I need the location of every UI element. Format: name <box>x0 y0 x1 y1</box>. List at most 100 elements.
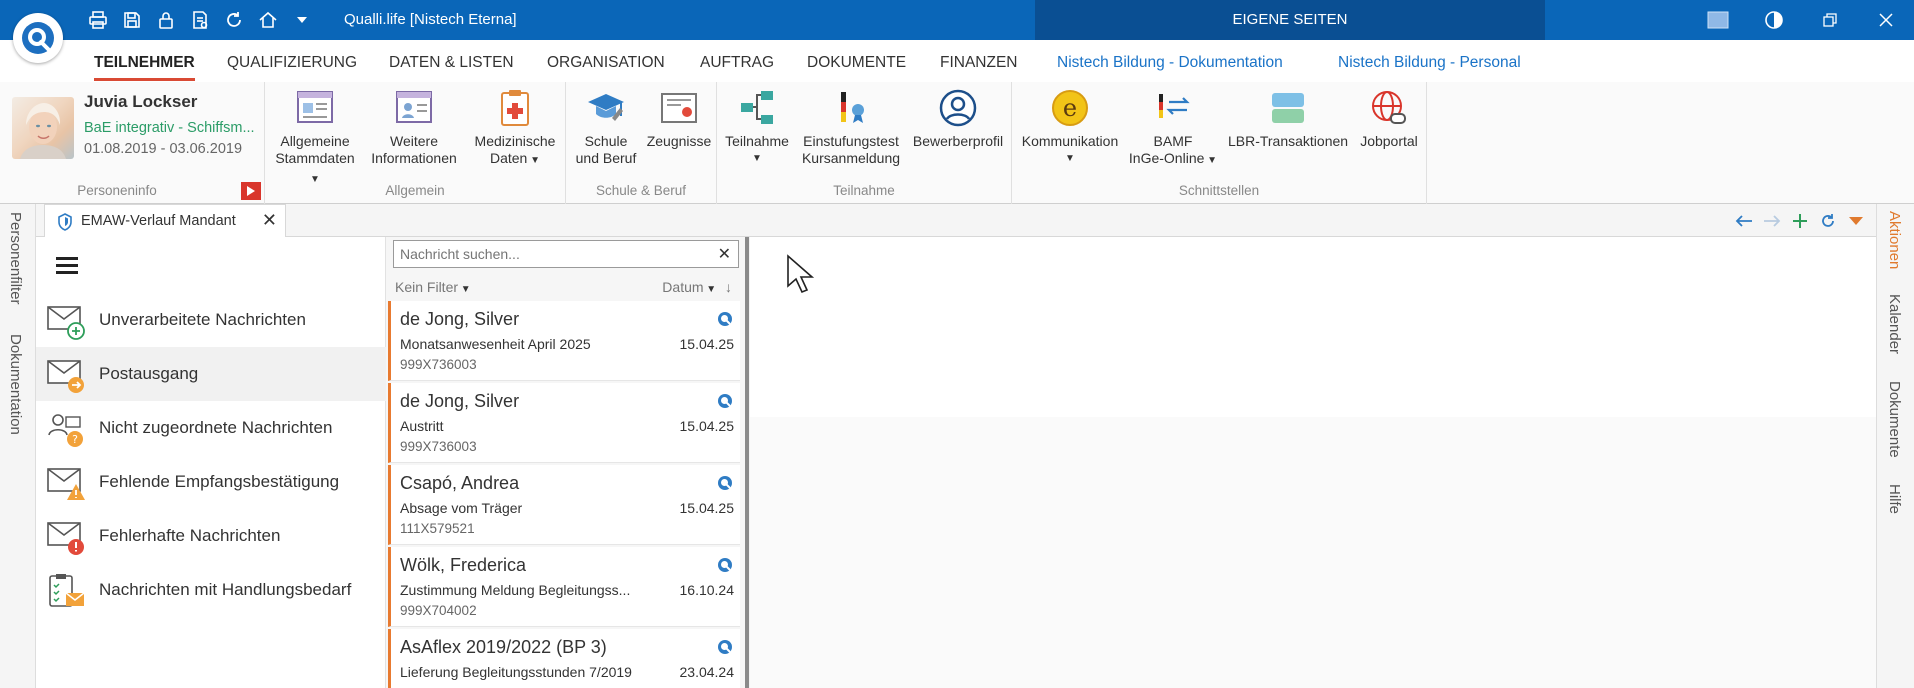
eigene-seiten-button[interactable]: EIGENE SEITEN <box>1035 0 1545 40</box>
menu-dropdown-icon[interactable] <box>1844 209 1868 233</box>
message-subject: Monatsanwesenheit April 2025 <box>400 336 591 352</box>
tab-teilnehmer[interactable]: TEILNEHMER <box>94 54 195 81</box>
refresh-icon[interactable] <box>222 8 246 32</box>
group-label-personeninfo: Personeninfo <box>77 183 157 198</box>
sort-direction-icon[interactable]: ↓ <box>725 279 732 295</box>
jobportal-button[interactable]: Jobportal <box>1354 86 1424 150</box>
folder-unverarbeitete[interactable]: Unverarbeitete Nachrichten <box>36 293 386 347</box>
group-label-teilnahme: Teilnahme <box>833 183 895 198</box>
printer-icon[interactable] <box>86 8 110 32</box>
group-personeninfo: Juvia Lockser BaE integrativ - Schiffsm.… <box>0 82 265 204</box>
document-settings-icon[interactable] <box>188 8 212 32</box>
weitere-informationen-button[interactable]: Weitere Informationen <box>368 86 460 167</box>
globe-link-icon <box>1367 86 1411 130</box>
folder-handlungsbedarf[interactable]: Nachrichten mit Handlungsbedarf <box>36 563 386 617</box>
tab-nistech-personal[interactable]: Nistech Bildung - Personal <box>1338 54 1521 72</box>
group-schnittstellen: e Kommunikation ▼ BAMF InGe-Online ▼ LBR… <box>1012 82 1427 204</box>
mouse-cursor-icon <box>786 254 816 299</box>
group-label-schule: Schule & Beruf <box>595 183 687 198</box>
filter-dropdown[interactable]: Kein Filter ▼ <box>395 279 471 295</box>
arrow-left-icon[interactable] <box>1732 209 1756 233</box>
zeugnisse-button[interactable]: Zeugnisse <box>644 86 714 150</box>
clear-search-icon[interactable]: ✕ <box>718 244 731 264</box>
layout-icon[interactable] <box>1690 0 1746 40</box>
bamf-inge-online-button[interactable]: BAMF InGe-Online ▼ <box>1128 86 1218 169</box>
message-subject: Absage vom Träger <box>400 500 523 516</box>
sidebar-item-aktionen[interactable]: Aktionen <box>1886 211 1903 269</box>
search-input[interactable] <box>394 241 694 267</box>
contrast-icon[interactable] <box>1746 0 1802 40</box>
restore-icon[interactable] <box>1802 0 1858 40</box>
scrollbar[interactable] <box>745 237 749 688</box>
tab-qualifizierung[interactable]: QUALIFIZIERUNG <box>227 54 357 72</box>
message-id: 999X704002 <box>400 603 477 618</box>
medizinische-daten-button[interactable]: Medizinische Daten ▼ <box>467 86 563 169</box>
tab-dokumente[interactable]: DOKUMENTE <box>807 54 906 72</box>
bewerberprofil-label: Bewerberprofil <box>912 133 1004 149</box>
app-logo[interactable] <box>13 13 63 63</box>
tab-nistech-dokumentation[interactable]: Nistech Bildung - Dokumentation <box>1057 54 1283 72</box>
user-profile-icon <box>936 86 980 130</box>
hamburger-menu-icon[interactable] <box>56 257 78 274</box>
teilnahme-label: Teilnahme <box>725 133 789 149</box>
stammdaten-label-1: Allgemeine <box>280 133 350 149</box>
expand-icon[interactable] <box>241 182 261 200</box>
folder-label: Fehlende Empfangsbestätigung <box>99 472 340 491</box>
folder-nicht-zugeordnet[interactable]: ? Nicht zugeordnete Nachrichten <box>36 401 386 455</box>
sort-dropdown[interactable]: Datum ▼ ↓ <box>662 279 732 295</box>
list-item[interactable]: AsAflex 2019/2022 (BP 3) Lieferung Begle… <box>388 629 740 688</box>
tab-auftrag[interactable]: AUFTRAG <box>700 54 774 72</box>
add-icon[interactable] <box>1788 209 1812 233</box>
kommunikation-e-icon: e <box>1048 86 1092 130</box>
folder-postausgang[interactable]: Postausgang <box>36 347 386 401</box>
home-icon[interactable] <box>256 8 280 32</box>
close-icon[interactable] <box>1858 0 1914 40</box>
menu-bar: TEILNEHMER QUALIFIZIERUNG DATEN & LISTEN… <box>0 40 1914 82</box>
tab-emaw-verlauf[interactable]: EMAW-Verlauf Mandant ✕ <box>44 204 286 237</box>
tab-daten-listen[interactable]: DATEN & LISTEN <box>389 54 514 72</box>
weitere-label-1: Weitere <box>390 133 438 149</box>
sidebar-item-dokumente[interactable]: Dokumente <box>1886 381 1903 458</box>
list-item[interactable]: Csapó, Andrea Absage vom Träger 15.04.25… <box>388 465 740 545</box>
stammdaten-label-2: Stammdaten <box>275 150 355 166</box>
sidebar-item-hilfe[interactable]: Hilfe <box>1886 484 1903 514</box>
dropdown-icon[interactable] <box>290 8 314 32</box>
arrow-right-icon[interactable] <box>1760 209 1784 233</box>
message-date: 23.04.24 <box>679 664 735 680</box>
preview-area <box>750 237 1876 417</box>
list-item[interactable]: de Jong, Silver Austritt 15.04.25 999X73… <box>388 383 740 463</box>
kommunikation-button[interactable]: e Kommunikation ▼ <box>1016 86 1124 167</box>
sidebar-item-kalender[interactable]: Kalender <box>1886 294 1903 354</box>
list-item[interactable]: Wölk, Frederica Zustimmung Meldung Begle… <box>388 547 740 627</box>
message-sender: de Jong, Silver <box>400 391 520 411</box>
sidebar-item-personenfilter[interactable]: Personenfilter <box>7 212 24 305</box>
message-id: 111X579521 <box>400 521 475 536</box>
einstufungstest-button[interactable]: Einstufungstest Kursanmeldung <box>797 86 905 167</box>
lbr-label: LBR-Transaktionen <box>1227 133 1349 149</box>
folder-fehlerhafte[interactable]: Fehlerhafte Nachrichten <box>36 509 386 563</box>
sidebar-item-dokumentation[interactable]: Dokumentation <box>7 334 24 435</box>
search-box: ✕ <box>393 240 739 268</box>
allgemeine-stammdaten-button[interactable]: Allgemeine Stammdaten ▼ <box>269 86 361 188</box>
message-sender: Wölk, Frederica <box>400 555 527 575</box>
refresh-icon[interactable] <box>1816 209 1840 233</box>
certificate-icon <box>657 86 701 130</box>
close-icon[interactable]: ✕ <box>262 210 277 231</box>
person-organisation[interactable]: BaE integrativ - Schiffsm... <box>84 120 255 136</box>
lbr-transaktionen-button[interactable]: LBR-Transaktionen <box>1224 86 1352 150</box>
bewerberprofil-button[interactable]: Bewerberprofil <box>907 86 1009 150</box>
tab-organisation[interactable]: ORGANISATION <box>547 54 665 72</box>
schule-und-beruf-button[interactable]: Schule und Beruf <box>570 86 642 167</box>
folder-label: Postausgang <box>99 364 199 383</box>
dropdown-arrow-icon: ▼ <box>458 284 471 295</box>
lock-icon[interactable] <box>154 8 178 32</box>
shield-icon <box>57 213 73 236</box>
list-item[interactable]: de Jong, Silver Monatsanwesenheit April … <box>388 301 740 381</box>
folder-fehlende-empfangsbestaetigung[interactable]: Fehlende Empfangsbestätigung <box>36 455 386 509</box>
weitere-label-2: Informationen <box>371 150 457 166</box>
folder-label: Unverarbeitete Nachrichten <box>99 310 306 329</box>
tab-finanzen[interactable]: FINANZEN <box>940 54 1018 72</box>
teilnahme-button[interactable]: Teilnahme ▼ <box>723 86 791 167</box>
save-icon[interactable] <box>120 8 144 32</box>
form-window-icon <box>293 86 337 130</box>
